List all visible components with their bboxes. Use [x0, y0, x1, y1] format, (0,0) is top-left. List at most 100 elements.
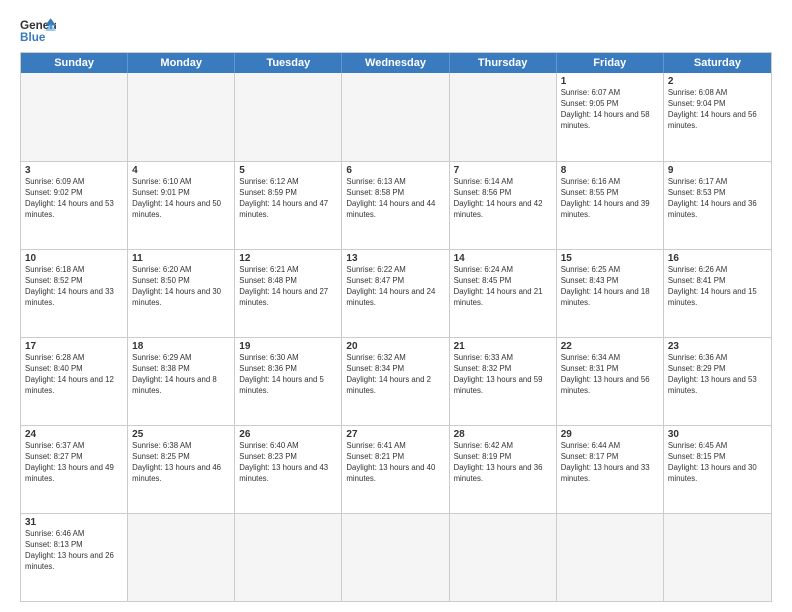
- day-info: Sunrise: 6:32 AM Sunset: 8:34 PM Dayligh…: [346, 353, 444, 397]
- calendar: SundayMondayTuesdayWednesdayThursdayFrid…: [20, 52, 772, 602]
- calendar-cell: 26Sunrise: 6:40 AM Sunset: 8:23 PM Dayli…: [235, 426, 342, 513]
- calendar-cell: 6Sunrise: 6:13 AM Sunset: 8:58 PM Daylig…: [342, 162, 449, 249]
- calendar-cell: [557, 514, 664, 601]
- calendar-cell: 19Sunrise: 6:30 AM Sunset: 8:36 PM Dayli…: [235, 338, 342, 425]
- day-number: 23: [668, 341, 767, 352]
- weekday-header-thursday: Thursday: [450, 53, 557, 73]
- calendar-cell: [21, 73, 128, 161]
- day-info: Sunrise: 6:26 AM Sunset: 8:41 PM Dayligh…: [668, 265, 767, 309]
- day-info: Sunrise: 6:14 AM Sunset: 8:56 PM Dayligh…: [454, 177, 552, 221]
- day-info: Sunrise: 6:25 AM Sunset: 8:43 PM Dayligh…: [561, 265, 659, 309]
- calendar-week-6: 31Sunrise: 6:46 AM Sunset: 8:13 PM Dayli…: [21, 513, 771, 601]
- header: General Blue: [20, 16, 772, 44]
- day-number: 15: [561, 253, 659, 264]
- day-number: 31: [25, 517, 123, 528]
- day-number: 18: [132, 341, 230, 352]
- calendar-cell: 29Sunrise: 6:44 AM Sunset: 8:17 PM Dayli…: [557, 426, 664, 513]
- calendar-week-2: 3Sunrise: 6:09 AM Sunset: 9:02 PM Daylig…: [21, 161, 771, 249]
- page: General Blue SundayMondayTuesdayWednesda…: [0, 0, 792, 612]
- calendar-week-1: 1Sunrise: 6:07 AM Sunset: 9:05 PM Daylig…: [21, 73, 771, 161]
- day-info: Sunrise: 6:30 AM Sunset: 8:36 PM Dayligh…: [239, 353, 337, 397]
- calendar-cell: 30Sunrise: 6:45 AM Sunset: 8:15 PM Dayli…: [664, 426, 771, 513]
- day-info: Sunrise: 6:12 AM Sunset: 8:59 PM Dayligh…: [239, 177, 337, 221]
- day-number: 30: [668, 429, 767, 440]
- day-number: 10: [25, 253, 123, 264]
- day-info: Sunrise: 6:44 AM Sunset: 8:17 PM Dayligh…: [561, 441, 659, 485]
- calendar-week-4: 17Sunrise: 6:28 AM Sunset: 8:40 PM Dayli…: [21, 337, 771, 425]
- calendar-cell: 11Sunrise: 6:20 AM Sunset: 8:50 PM Dayli…: [128, 250, 235, 337]
- day-number: 21: [454, 341, 552, 352]
- weekday-header-tuesday: Tuesday: [235, 53, 342, 73]
- day-info: Sunrise: 6:20 AM Sunset: 8:50 PM Dayligh…: [132, 265, 230, 309]
- calendar-cell: 27Sunrise: 6:41 AM Sunset: 8:21 PM Dayli…: [342, 426, 449, 513]
- calendar-cell: 5Sunrise: 6:12 AM Sunset: 8:59 PM Daylig…: [235, 162, 342, 249]
- day-number: 17: [25, 341, 123, 352]
- day-number: 9: [668, 165, 767, 176]
- svg-text:Blue: Blue: [20, 31, 46, 44]
- calendar-cell: 7Sunrise: 6:14 AM Sunset: 8:56 PM Daylig…: [450, 162, 557, 249]
- calendar-cell: 17Sunrise: 6:28 AM Sunset: 8:40 PM Dayli…: [21, 338, 128, 425]
- day-number: 28: [454, 429, 552, 440]
- day-number: 6: [346, 165, 444, 176]
- calendar-cell: 31Sunrise: 6:46 AM Sunset: 8:13 PM Dayli…: [21, 514, 128, 601]
- day-info: Sunrise: 6:40 AM Sunset: 8:23 PM Dayligh…: [239, 441, 337, 485]
- calendar-cell: [664, 514, 771, 601]
- weekday-header-friday: Friday: [557, 53, 664, 73]
- calendar-cell: 15Sunrise: 6:25 AM Sunset: 8:43 PM Dayli…: [557, 250, 664, 337]
- calendar-cell: [450, 514, 557, 601]
- day-info: Sunrise: 6:09 AM Sunset: 9:02 PM Dayligh…: [25, 177, 123, 221]
- day-info: Sunrise: 6:46 AM Sunset: 8:13 PM Dayligh…: [25, 529, 123, 573]
- day-number: 14: [454, 253, 552, 264]
- day-info: Sunrise: 6:42 AM Sunset: 8:19 PM Dayligh…: [454, 441, 552, 485]
- day-info: Sunrise: 6:21 AM Sunset: 8:48 PM Dayligh…: [239, 265, 337, 309]
- calendar-header: SundayMondayTuesdayWednesdayThursdayFrid…: [21, 53, 771, 73]
- calendar-cell: 3Sunrise: 6:09 AM Sunset: 9:02 PM Daylig…: [21, 162, 128, 249]
- calendar-cell: 28Sunrise: 6:42 AM Sunset: 8:19 PM Dayli…: [450, 426, 557, 513]
- calendar-cell: 16Sunrise: 6:26 AM Sunset: 8:41 PM Dayli…: [664, 250, 771, 337]
- day-info: Sunrise: 6:17 AM Sunset: 8:53 PM Dayligh…: [668, 177, 767, 221]
- calendar-cell: 1Sunrise: 6:07 AM Sunset: 9:05 PM Daylig…: [557, 73, 664, 161]
- day-info: Sunrise: 6:10 AM Sunset: 9:01 PM Dayligh…: [132, 177, 230, 221]
- day-info: Sunrise: 6:07 AM Sunset: 9:05 PM Dayligh…: [561, 88, 659, 132]
- day-info: Sunrise: 6:22 AM Sunset: 8:47 PM Dayligh…: [346, 265, 444, 309]
- day-number: 13: [346, 253, 444, 264]
- calendar-cell: [342, 73, 449, 161]
- day-number: 12: [239, 253, 337, 264]
- day-info: Sunrise: 6:41 AM Sunset: 8:21 PM Dayligh…: [346, 441, 444, 485]
- calendar-cell: [342, 514, 449, 601]
- calendar-cell: [450, 73, 557, 161]
- day-number: 25: [132, 429, 230, 440]
- calendar-cell: 4Sunrise: 6:10 AM Sunset: 9:01 PM Daylig…: [128, 162, 235, 249]
- calendar-cell: 2Sunrise: 6:08 AM Sunset: 9:04 PM Daylig…: [664, 73, 771, 161]
- day-number: 11: [132, 253, 230, 264]
- calendar-cell: [235, 514, 342, 601]
- logo: General Blue: [20, 16, 56, 44]
- calendar-cell: 23Sunrise: 6:36 AM Sunset: 8:29 PM Dayli…: [664, 338, 771, 425]
- day-number: 2: [668, 76, 767, 87]
- day-number: 3: [25, 165, 123, 176]
- day-info: Sunrise: 6:18 AM Sunset: 8:52 PM Dayligh…: [25, 265, 123, 309]
- day-info: Sunrise: 6:45 AM Sunset: 8:15 PM Dayligh…: [668, 441, 767, 485]
- day-info: Sunrise: 6:37 AM Sunset: 8:27 PM Dayligh…: [25, 441, 123, 485]
- day-number: 4: [132, 165, 230, 176]
- day-number: 8: [561, 165, 659, 176]
- calendar-cell: 21Sunrise: 6:33 AM Sunset: 8:32 PM Dayli…: [450, 338, 557, 425]
- calendar-cell: 22Sunrise: 6:34 AM Sunset: 8:31 PM Dayli…: [557, 338, 664, 425]
- calendar-cell: 24Sunrise: 6:37 AM Sunset: 8:27 PM Dayli…: [21, 426, 128, 513]
- calendar-cell: 25Sunrise: 6:38 AM Sunset: 8:25 PM Dayli…: [128, 426, 235, 513]
- calendar-cell: 9Sunrise: 6:17 AM Sunset: 8:53 PM Daylig…: [664, 162, 771, 249]
- day-number: 26: [239, 429, 337, 440]
- day-number: 7: [454, 165, 552, 176]
- day-number: 22: [561, 341, 659, 352]
- weekday-header-saturday: Saturday: [664, 53, 771, 73]
- calendar-cell: 13Sunrise: 6:22 AM Sunset: 8:47 PM Dayli…: [342, 250, 449, 337]
- day-info: Sunrise: 6:38 AM Sunset: 8:25 PM Dayligh…: [132, 441, 230, 485]
- calendar-cell: [128, 73, 235, 161]
- day-info: Sunrise: 6:16 AM Sunset: 8:55 PM Dayligh…: [561, 177, 659, 221]
- day-info: Sunrise: 6:29 AM Sunset: 8:38 PM Dayligh…: [132, 353, 230, 397]
- day-number: 16: [668, 253, 767, 264]
- day-info: Sunrise: 6:13 AM Sunset: 8:58 PM Dayligh…: [346, 177, 444, 221]
- calendar-week-5: 24Sunrise: 6:37 AM Sunset: 8:27 PM Dayli…: [21, 425, 771, 513]
- calendar-body: 1Sunrise: 6:07 AM Sunset: 9:05 PM Daylig…: [21, 73, 771, 601]
- weekday-header-sunday: Sunday: [21, 53, 128, 73]
